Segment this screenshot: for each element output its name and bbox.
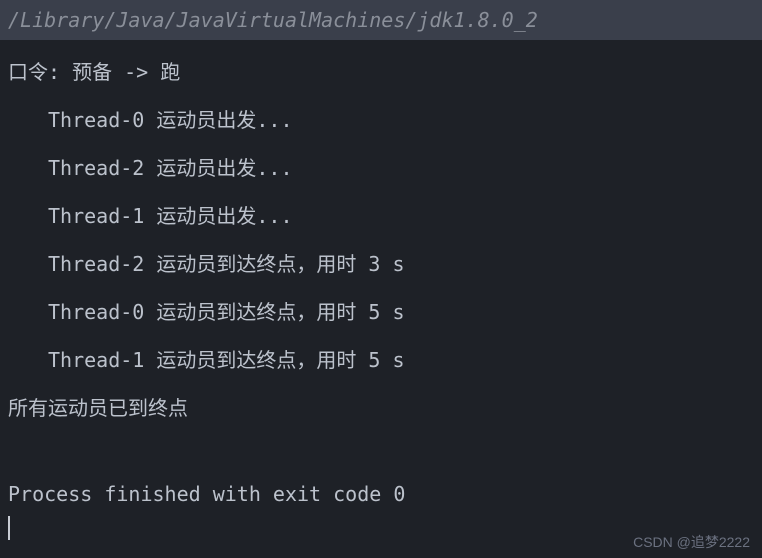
output-line: Thread-0 运动员出发... — [0, 104, 762, 136]
output-line: Thread-2 运动员出发... — [0, 152, 762, 184]
output-line: 所有运动员已到终点 — [0, 392, 762, 424]
output-line: 口令: 预备 -> 跑 — [0, 56, 762, 88]
output-line: Thread-1 运动员出发... — [0, 200, 762, 232]
console-output[interactable]: /Library/Java/JavaVirtualMachines/jdk1.8… — [0, 0, 762, 542]
execution-path: /Library/Java/JavaVirtualMachines/jdk1.8… — [0, 0, 762, 40]
output-line: Thread-0 运动员到达终点，用时 5 s — [0, 296, 762, 328]
blank-line — [0, 424, 762, 462]
cursor-icon — [8, 516, 10, 540]
watermark: CSDN @追梦2222 — [633, 532, 750, 552]
exit-message: Process finished with exit code 0 — [0, 478, 762, 510]
output-line: Thread-2 运动员到达终点，用时 3 s — [0, 248, 762, 280]
output-line: Thread-1 运动员到达终点，用时 5 s — [0, 344, 762, 376]
